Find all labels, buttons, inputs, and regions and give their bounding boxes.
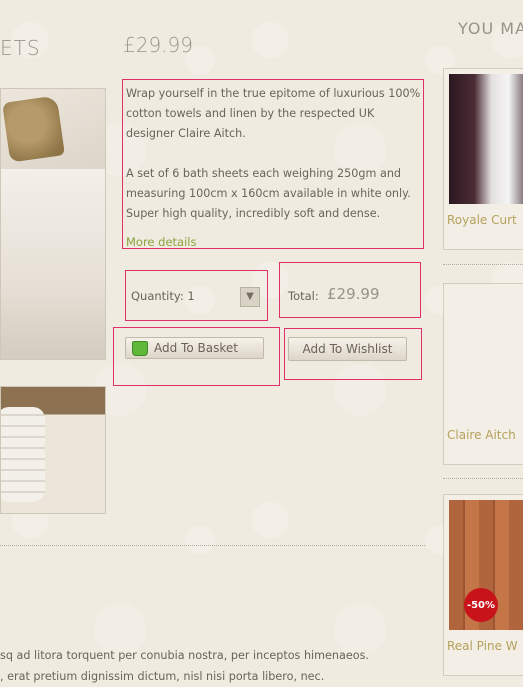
quantity-dropdown[interactable]: ▼ [240, 287, 260, 307]
description-paragraph-2: A set of 6 bath sheets each weighing 250… [126, 167, 411, 220]
add-to-wishlist-button[interactable]: Add To Wishlist [288, 337, 407, 361]
description-box: Wrap yourself in the true epitome of lux… [122, 79, 424, 249]
chevron-down-icon: ▼ [246, 291, 254, 302]
floor-image[interactable]: -50% [449, 500, 523, 630]
sale-badge: -50% [464, 588, 498, 622]
product-description: Wrap yourself in the true epitome of lux… [126, 84, 424, 224]
sidebar-product-link[interactable]: Real Pine W [447, 639, 518, 653]
sidebar-title: YOU MA [458, 19, 523, 38]
more-details-link[interactable]: More details [126, 235, 196, 249]
add-to-wishlist-label: Add To Wishlist [302, 342, 393, 356]
pillow-graphic [2, 95, 65, 163]
towel-graphic [1, 407, 45, 502]
add-to-basket-label: Add To Basket [154, 341, 238, 355]
page-title: ETS [0, 36, 41, 60]
footer-text: sq ad litora torquent per conubia nostra… [0, 645, 425, 687]
curtain-image[interactable] [449, 74, 523, 204]
total-value: £29.99 [327, 285, 380, 303]
sidebar-product-link[interactable]: Royale Curt [447, 213, 517, 227]
add-to-basket-button[interactable]: Add To Basket [125, 337, 264, 359]
sidebar-divider [443, 264, 523, 265]
product-main-image[interactable] [0, 88, 106, 360]
sofa-image[interactable] [449, 289, 523, 419]
total-box: Total: £29.99 [279, 262, 421, 318]
sidebar-product-card[interactable]: Claire Aitch [443, 283, 523, 465]
footer-line-2: , erat pretium dignissim dictum, nisl ni… [0, 670, 325, 683]
product-thumbnail-image[interactable] [0, 386, 106, 514]
quantity-label: Quantity: 1 [131, 289, 195, 303]
add-to-wishlist-box: Add To Wishlist [284, 328, 422, 380]
sidebar-product-link[interactable]: Claire Aitch [447, 428, 516, 442]
sidebar-product-card[interactable]: Royale Curt [443, 68, 523, 250]
price-heading: £29.99 [123, 33, 193, 57]
sidebar-product-card[interactable]: -50% Real Pine W [443, 494, 523, 676]
footer-line-1: sq ad litora torquent per conubia nostra… [0, 649, 369, 662]
content-divider [0, 545, 425, 546]
description-paragraph-1: Wrap yourself in the true epitome of lux… [126, 87, 421, 140]
total-label: Total: [288, 289, 319, 303]
basket-icon [132, 340, 148, 356]
bed-sheet-graphic [1, 169, 105, 359]
quantity-box: Quantity: 1 ▼ [125, 270, 268, 321]
add-to-basket-box: Add To Basket [113, 327, 280, 386]
sidebar-divider [443, 478, 523, 479]
